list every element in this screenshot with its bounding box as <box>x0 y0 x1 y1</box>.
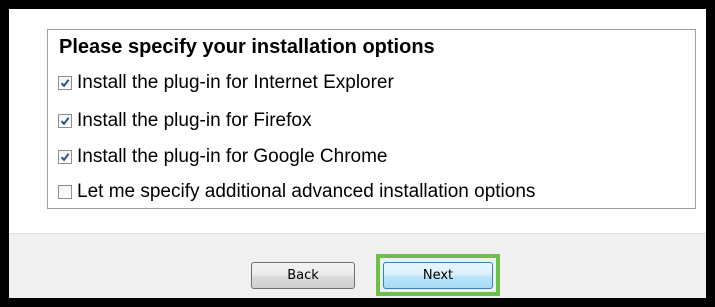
content-area: Please specify your installation options… <box>9 9 706 233</box>
checkmark-icon <box>60 79 70 88</box>
option-label: Install the plug-in for Internet Explore… <box>77 72 394 93</box>
options-title: Please specify your installation options <box>59 36 435 58</box>
back-button[interactable]: Back <box>251 262 355 289</box>
firefox-plugin-checkbox[interactable] <box>58 114 72 128</box>
option-label: Install the plug-in for Google Chrome <box>77 146 388 167</box>
chrome-plugin-checkbox[interactable] <box>58 150 72 164</box>
option-label: Let me specify additional advanced insta… <box>77 181 536 202</box>
checkmark-icon <box>60 153 70 162</box>
divider <box>9 233 706 234</box>
installer-window: Please specify your installation options… <box>9 9 706 298</box>
option-google-chrome[interactable]: Install the plug-in for Google Chrome <box>58 144 388 170</box>
installation-options-group: Please specify your installation options… <box>47 29 696 209</box>
checkmark-icon <box>60 117 70 126</box>
option-label: Install the plug-in for Firefox <box>77 110 312 131</box>
advanced-options-checkbox[interactable] <box>58 185 72 199</box>
option-advanced-installation[interactable]: Let me specify additional advanced insta… <box>58 179 535 205</box>
option-internet-explorer[interactable]: Install the plug-in for Internet Explore… <box>58 70 394 96</box>
next-button[interactable]: Next <box>383 262 493 289</box>
option-firefox[interactable]: Install the plug-in for Firefox <box>58 108 311 134</box>
ie-plugin-checkbox[interactable] <box>58 76 72 90</box>
